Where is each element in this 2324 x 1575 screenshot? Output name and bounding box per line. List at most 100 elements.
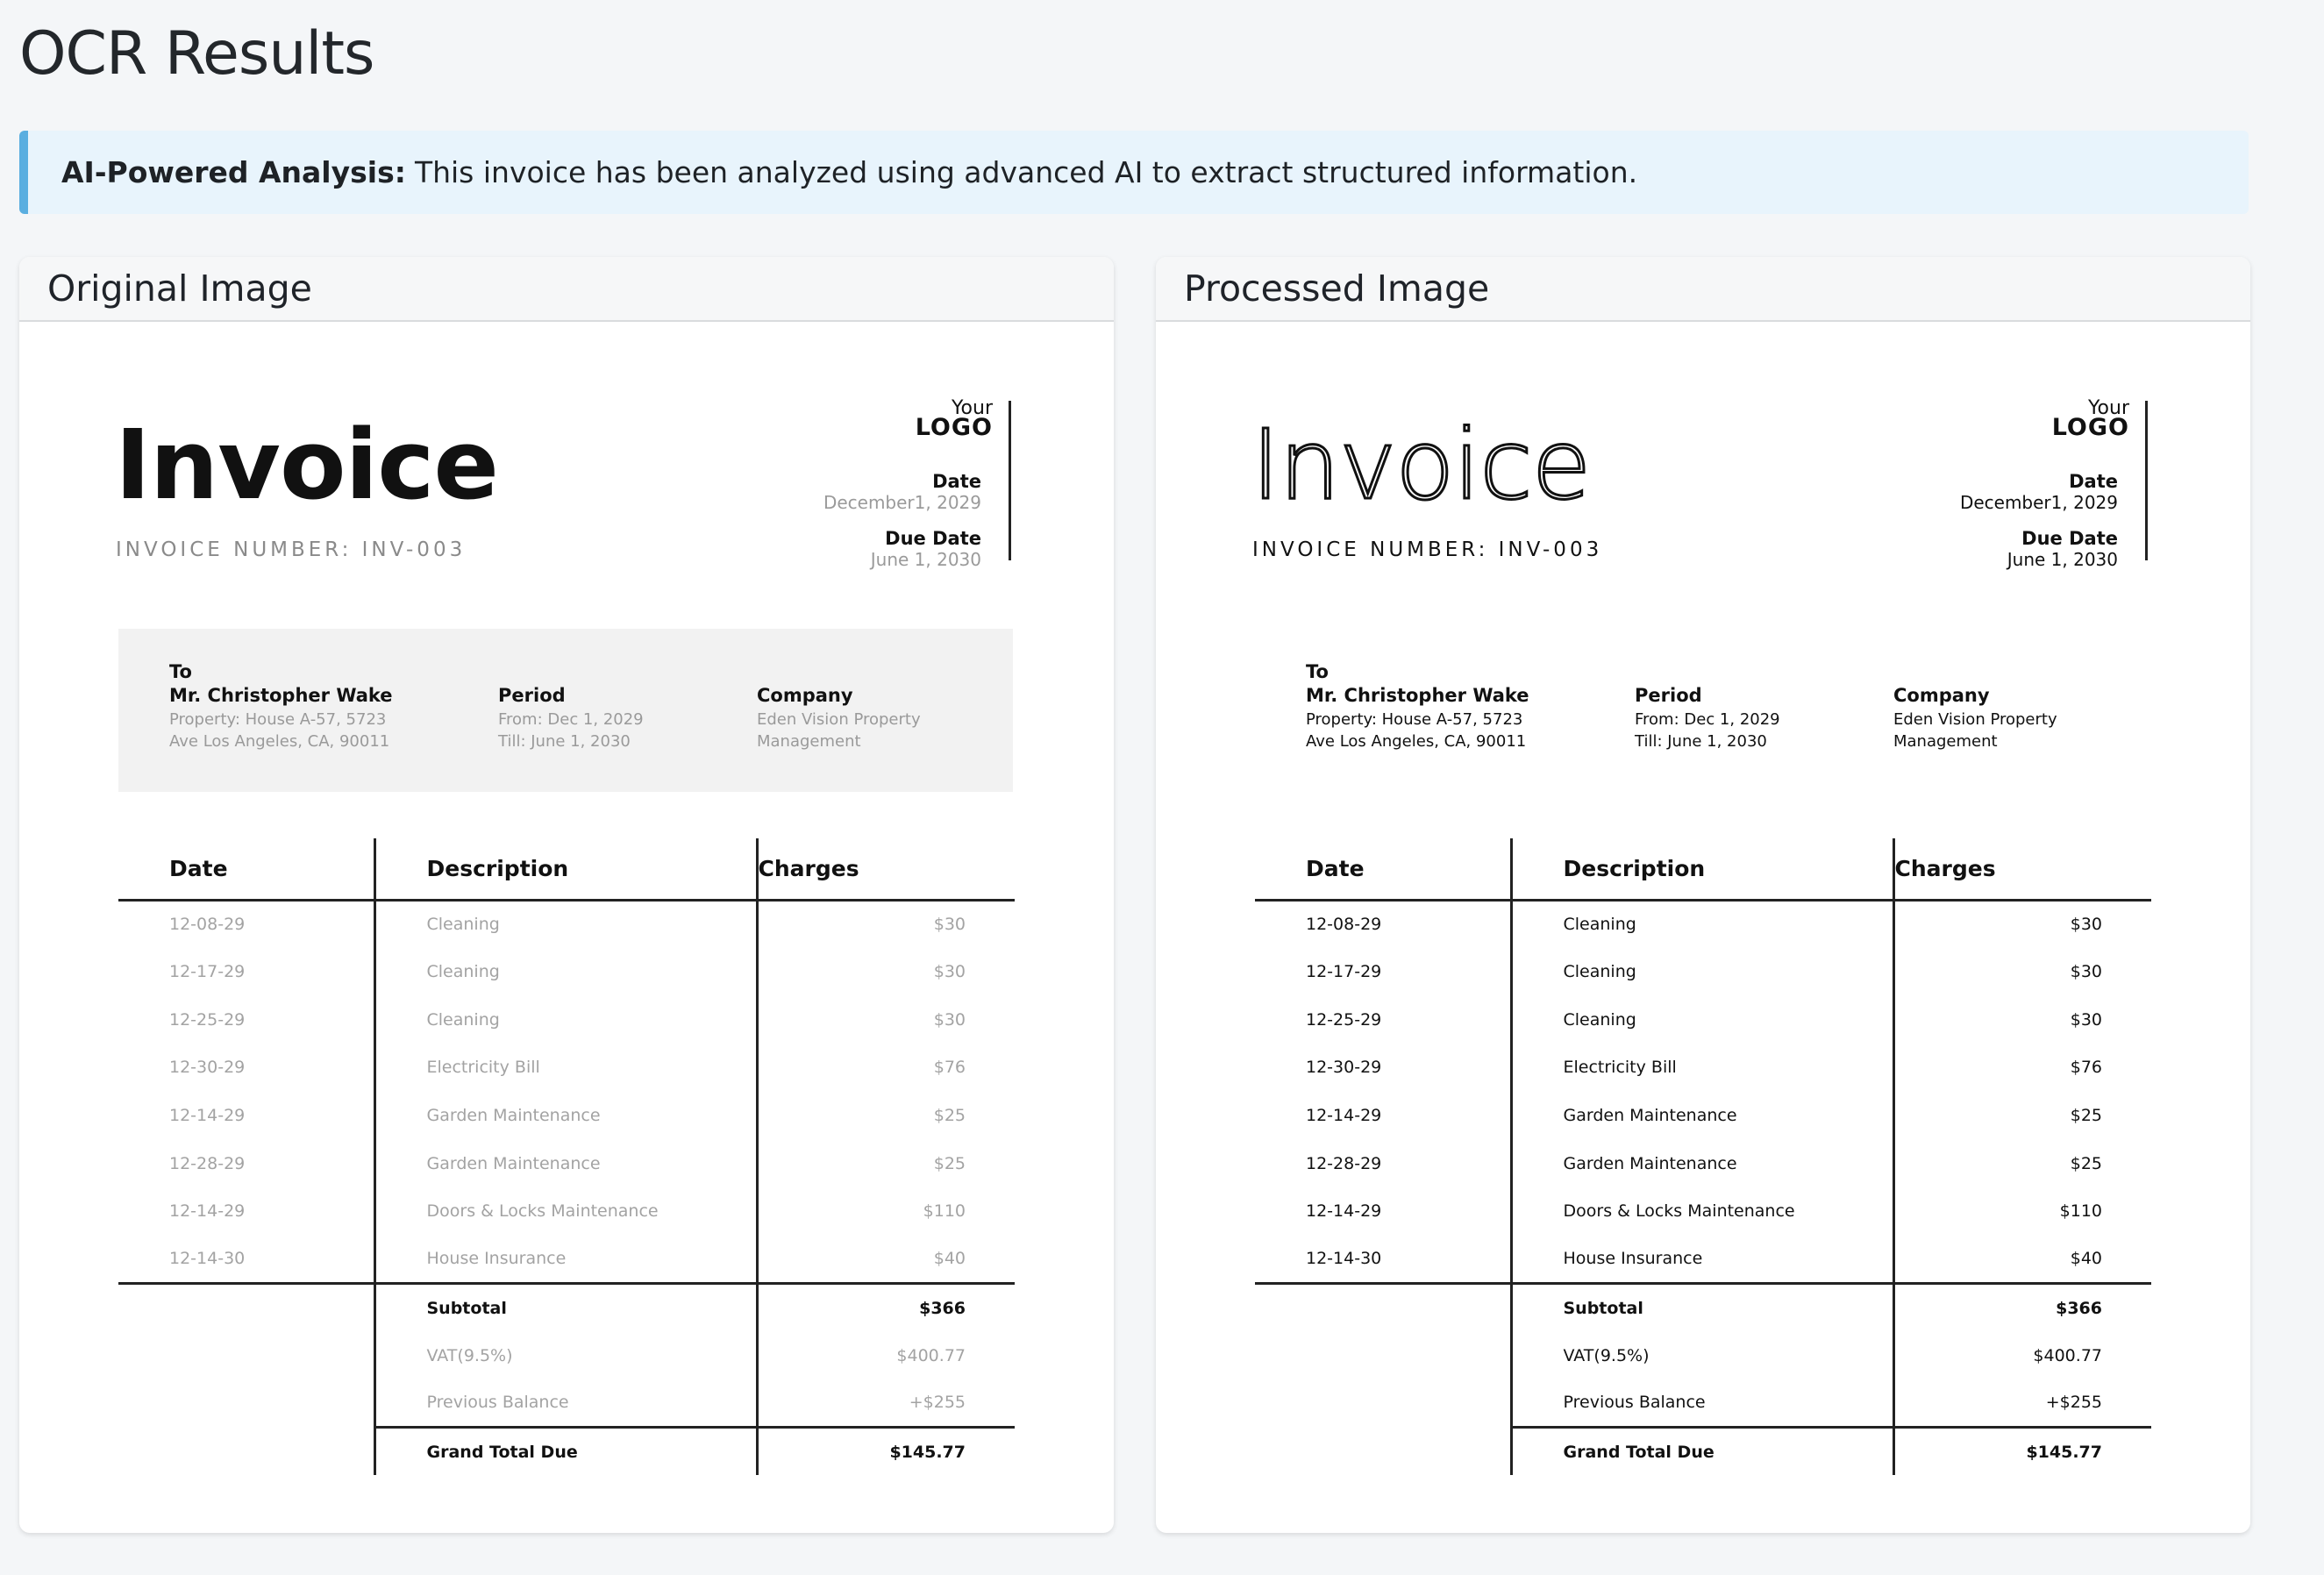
table-row: 12-25-29 Cleaning $30 [118, 995, 1015, 1044]
item-charge: $30 [2070, 1009, 2102, 1030]
due-date-value: June 1, 2030 [2007, 549, 2118, 570]
table-row: 12-25-29 Cleaning $30 [1255, 995, 2151, 1044]
company-column: Company Eden Vision Property Management [757, 682, 921, 752]
totals: Subtotal $366 VAT(9.5%) $400.77 Previous… [1255, 1283, 2151, 1476]
alert-strong-label: AI-Powered Analysis: [61, 155, 406, 189]
period-column: Period From: Dec 1, 2029 Till: June 1, 2… [498, 682, 644, 752]
item-date: 12-08-29 [1255, 900, 1513, 948]
due-date-block: Due Date June 1, 2030 [1928, 528, 2118, 570]
grand-total-value: $145.77 [1893, 1426, 2151, 1476]
item-charge: $30 [933, 915, 966, 935]
item-charge: $30 [2070, 915, 2102, 935]
table-row: 12-17-29 Cleaning $30 [1255, 947, 2151, 996]
item-date: 12-25-29 [1255, 995, 1513, 1044]
to-address-line-1: Property: House A-57, 5723 [1306, 710, 1523, 729]
processed-invoice-image: Invoice INVOICE NUMBER: INV-003 Your LOG… [1156, 322, 2250, 1533]
invoice-title: Invoice [1250, 409, 1592, 521]
col-charges-header: Charges [757, 838, 1015, 902]
item-description: House Insurance [1511, 1235, 1895, 1285]
vat-label: VAT(9.5%) [1511, 1331, 1895, 1379]
charges-table: Date Description Charges 12-08-29 Cleanin… [1255, 838, 2151, 1476]
invoice-number: INVOICE NUMBER: INV-003 [116, 538, 467, 561]
to-label: To [169, 661, 192, 682]
item-date: 12-14-29 [118, 1187, 376, 1236]
logo-line-2: LOGO [915, 414, 993, 441]
period-from: From: Dec 1, 2029 [498, 710, 644, 729]
item-charge: $30 [933, 962, 966, 982]
item-description: Garden Maintenance [374, 1139, 759, 1188]
item-date: 12-28-29 [1255, 1139, 1513, 1188]
page-title: OCR Results [19, 19, 374, 89]
period-column: Period From: Dec 1, 2029 Till: June 1, 2… [1635, 682, 1780, 752]
table-row: 12-14-30 House Insurance $40 [1255, 1235, 2151, 1285]
company-line-1: Eden Vision Property [757, 710, 921, 729]
to-label: To [1306, 661, 1329, 682]
item-date: 12-30-29 [118, 1044, 376, 1092]
to-name: Mr. Christopher Wake [169, 685, 393, 706]
original-image-card: Original Image Invoice INVOICE NUMBER: I… [19, 257, 1114, 1533]
subtotal-label: Subtotal [374, 1283, 759, 1332]
item-date: 12-14-30 [1255, 1235, 1513, 1285]
date-block: Date December1, 2029 [791, 471, 981, 513]
previous-balance-row: Previous Balance +$255 [118, 1379, 1015, 1428]
table-row: 12-14-29 Garden Maintenance $25 [1255, 1091, 2151, 1140]
date-value: December1, 2029 [1959, 492, 2118, 513]
table-row: 12-17-29 Cleaning $30 [118, 947, 1015, 996]
period-label: Period [498, 685, 566, 706]
previous-balance-value: +$255 [909, 1393, 966, 1413]
item-date: 12-14-29 [1255, 1187, 1513, 1236]
item-description: Cleaning [1511, 947, 1895, 996]
table-row: 12-28-29 Garden Maintenance $25 [118, 1139, 1015, 1188]
item-description: Cleaning [374, 947, 759, 996]
item-charge: $30 [933, 1009, 966, 1030]
table-row: 12-14-29 Doors & Locks Maintenance $110 [1255, 1187, 2151, 1236]
item-date: 12-08-29 [118, 900, 376, 948]
grand-total-label: Grand Total Due [373, 1426, 759, 1476]
item-date: 12-14-29 [1255, 1091, 1513, 1140]
item-date: 12-14-30 [118, 1235, 376, 1285]
processed-image-header: Processed Image [1156, 257, 2250, 322]
company-line-2: Management [1893, 732, 1998, 751]
previous-balance-row: Previous Balance +$255 [1255, 1379, 2151, 1428]
item-description: Garden Maintenance [374, 1091, 759, 1140]
item-description: Doors & Locks Maintenance [374, 1187, 759, 1236]
item-description: Cleaning [374, 995, 759, 1044]
company-label: Company [1893, 685, 1990, 706]
invoice-title: Invoice [115, 409, 499, 521]
col-charges-header: Charges [1893, 838, 2151, 902]
item-description: Doors & Locks Maintenance [1511, 1187, 1895, 1236]
charges-rows: 12-08-29 Cleaning $30 12-17-29 Cleaning $30 12… [1255, 900, 2151, 1285]
table-row: 12-30-29 Electricity Bill $76 [1255, 1044, 2151, 1092]
to-column: To Mr. Christopher Wake Property: House … [169, 661, 393, 752]
subtotal-value: $366 [2056, 1298, 2102, 1318]
to-column: To Mr. Christopher Wake Property: House … [1306, 661, 1529, 752]
to-address-line-2: Ave Los Angeles, CA, 90011 [1306, 732, 1527, 751]
vat-value: $400.77 [2033, 1345, 2102, 1365]
item-charge: $30 [2070, 962, 2102, 982]
date-block: Date December1, 2029 [1928, 471, 2118, 513]
company-column: Company Eden Vision Property Management [1893, 682, 2057, 752]
processed-image-card: Processed Image Invoice INVOICE NUMBER: … [1156, 257, 2250, 1533]
bill-to-box: To Mr. Christopher Wake Property: House … [118, 629, 1013, 792]
company-line-1: Eden Vision Property [1893, 710, 2057, 729]
item-description: Electricity Bill [374, 1044, 759, 1092]
original-image-header: Original Image [19, 257, 1114, 322]
table-row: 12-14-29 Garden Maintenance $25 [118, 1091, 1015, 1140]
item-charge: $110 [2059, 1201, 2102, 1222]
logo: Your LOGO [2033, 399, 2129, 441]
invoice-number: INVOICE NUMBER: INV-003 [1252, 538, 1603, 561]
totals: Subtotal $366 VAT(9.5%) $400.77 Previous… [118, 1283, 1015, 1476]
info-alert: AI-Powered Analysis: This invoice has be… [19, 131, 2249, 214]
item-charge: $25 [933, 1153, 966, 1173]
logo-line-2: LOGO [2051, 414, 2129, 441]
item-date: 12-17-29 [1255, 947, 1513, 996]
to-address-line-2: Ave Los Angeles, CA, 90011 [169, 732, 390, 751]
table-header-row: Date Description Charges [1255, 838, 2151, 902]
to-name: Mr. Christopher Wake [1306, 685, 1529, 706]
period-from: From: Dec 1, 2029 [1635, 710, 1780, 729]
due-date-block: Due Date June 1, 2030 [791, 528, 981, 570]
date-label: Date [2069, 471, 2118, 492]
previous-balance-value: +$255 [2045, 1393, 2102, 1413]
charges-rows: 12-08-29 Cleaning $30 12-17-29 Cleaning $30 12… [118, 900, 1015, 1285]
item-charge: $76 [933, 1058, 966, 1078]
